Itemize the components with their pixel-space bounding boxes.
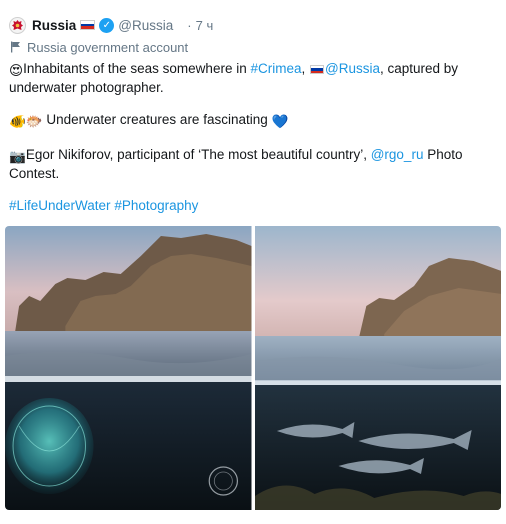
display-name[interactable]: Russia — [32, 18, 76, 33]
photo-jellyfish[interactable] — [5, 226, 252, 510]
flag-icon — [11, 41, 20, 53]
photo-fish[interactable] — [254, 226, 501, 510]
blowfish-emoji-icon: 🐡 — [25, 114, 43, 129]
government-account-label: Russia government account — [10, 38, 188, 56]
timestamp[interactable]: 7 ч — [196, 18, 214, 33]
hashtag-crimea-link[interactable]: #Crimea — [250, 61, 301, 76]
avatar[interactable] — [9, 16, 26, 34]
coat-of-arms-icon — [12, 19, 23, 30]
russia-flag-icon — [80, 20, 96, 30]
hashtag-lifeunderwater-link[interactable]: #LifeUnderWater — [9, 198, 111, 213]
blue-heart-emoji-icon: 💙 — [271, 114, 289, 129]
fish-photo-image — [254, 226, 501, 510]
text-segment: , — [301, 61, 309, 76]
heart-eyes-emoji-icon: 😍 — [9, 63, 24, 78]
separator-dot: · — [187, 17, 192, 33]
user-handle[interactable]: @Russia — [118, 18, 173, 33]
account-label-text: Russia government account — [27, 39, 189, 55]
mention-russia-link[interactable]: @Russia — [325, 61, 380, 76]
text-segment: Egor Nikiforov, participant of ‘The most… — [25, 147, 371, 162]
mention-rgo-link[interactable]: @rgo_ru — [371, 147, 424, 162]
tweet-header: Russia ✓ @Russia · 7 ч — [9, 14, 499, 36]
hashtag-photography-link[interactable]: #Photography — [114, 198, 198, 213]
fish-emoji-icon: 🐠 — [9, 114, 26, 129]
russia-flag-icon — [310, 64, 324, 74]
tweet-text-paragraph-3: 📷Egor Nikiforov, participant of ‘The mos… — [9, 146, 479, 182]
tweet-text-paragraph-4: #LifeUnderWater #Photography — [9, 197, 479, 214]
media-grid — [5, 226, 501, 510]
tweet-text-paragraph-1: 😍Inhabitants of the seas somewhere in #C… — [9, 60, 479, 96]
text-segment: Inhabitants of the seas somewhere in — [23, 61, 251, 76]
tweet-text-paragraph-2: 🐠🐡 Underwater creatures are fascinating … — [9, 111, 479, 130]
camera-emoji-icon: 📷 — [9, 149, 26, 164]
text-segment: Underwater creatures are fascinating — [42, 112, 272, 127]
verified-badge-icon: ✓ — [99, 17, 115, 33]
jellyfish-photo-image — [5, 226, 252, 510]
